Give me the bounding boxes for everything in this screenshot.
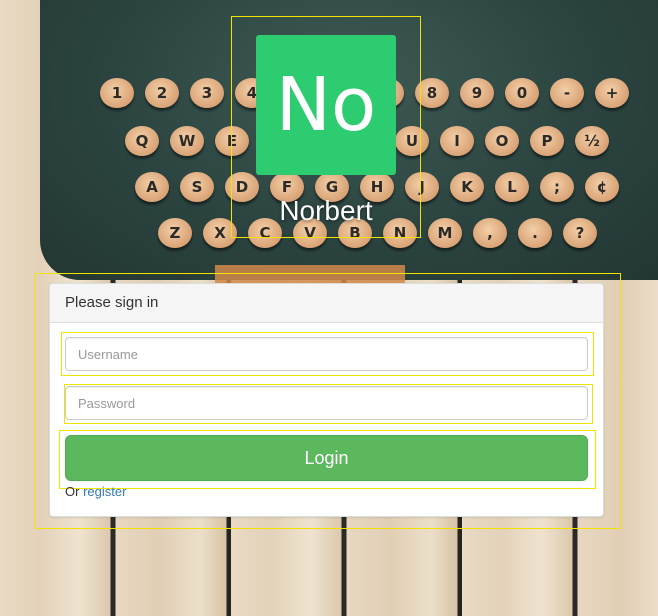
typewriter-key: - bbox=[550, 78, 584, 108]
login-button[interactable]: Login bbox=[65, 435, 588, 481]
typewriter-key: 3 bbox=[190, 78, 224, 108]
typewriter-key: 9 bbox=[460, 78, 494, 108]
typewriter-key: ¢ bbox=[585, 172, 619, 202]
typewriter-key: A bbox=[135, 172, 169, 202]
typewriter-key: Q bbox=[125, 126, 159, 156]
typewriter-key: O bbox=[485, 126, 519, 156]
typewriter-key: 2 bbox=[145, 78, 179, 108]
password-input[interactable] bbox=[65, 386, 588, 420]
brand-block: No Norbert bbox=[231, 16, 421, 238]
typewriter-key: 1 bbox=[100, 78, 134, 108]
register-line: Or register bbox=[65, 484, 126, 499]
typewriter-key: S bbox=[180, 172, 214, 202]
typewriter-key: Z bbox=[158, 218, 192, 248]
register-link[interactable]: register bbox=[83, 484, 126, 499]
typewriter-key: ? bbox=[563, 218, 597, 248]
brand-name: Norbert bbox=[279, 195, 373, 226]
username-input[interactable] bbox=[65, 337, 588, 371]
typewriter-key: , bbox=[473, 218, 507, 248]
typewriter-key: 0 bbox=[505, 78, 539, 108]
typewriter-key: . bbox=[518, 218, 552, 248]
panel-heading: Please sign in bbox=[50, 284, 603, 323]
typewriter-key: I bbox=[440, 126, 474, 156]
brand-logo: No bbox=[256, 35, 396, 175]
typewriter-key: K bbox=[450, 172, 484, 202]
typewriter-key: L bbox=[495, 172, 529, 202]
register-prefix: Or bbox=[65, 484, 84, 499]
typewriter-key: W bbox=[170, 126, 204, 156]
typewriter-key: P bbox=[530, 126, 564, 156]
typewriter-key: + bbox=[595, 78, 629, 108]
brand-logo-text: No bbox=[275, 62, 377, 148]
typewriter-key: ; bbox=[540, 172, 574, 202]
typewriter-key: ½ bbox=[575, 126, 609, 156]
typewriter-key: M bbox=[428, 218, 462, 248]
